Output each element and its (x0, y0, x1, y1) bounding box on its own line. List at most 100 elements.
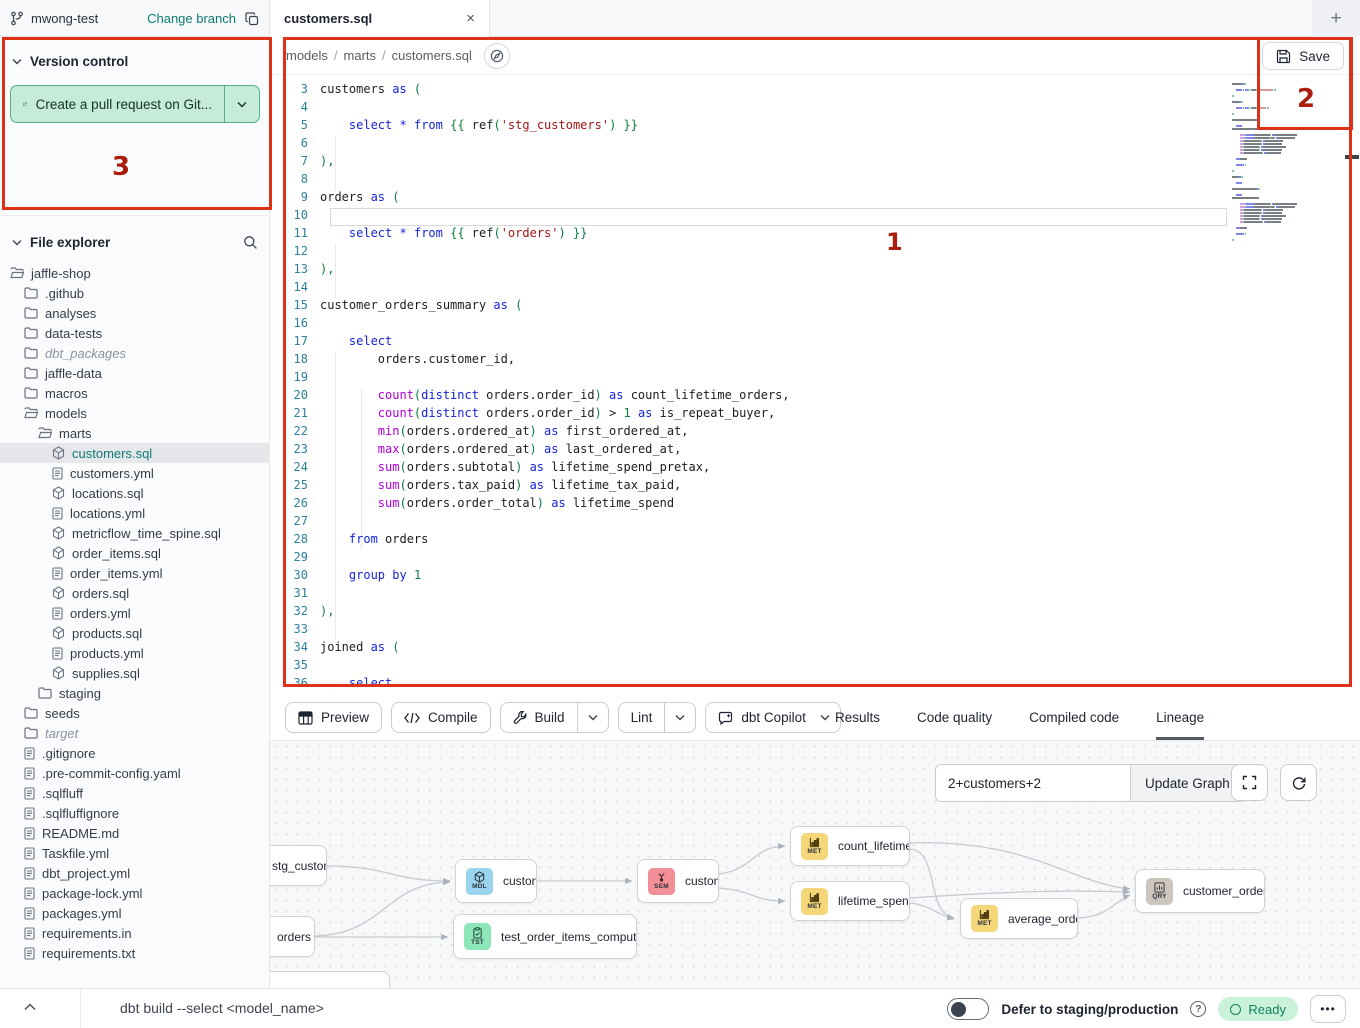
lineage-node-test-order-items-compute-to-bools-[interactable]: TSTtest_order_items_compute_to_bools... (453, 914, 637, 959)
tab-compiled-code[interactable]: Compiled code (1029, 695, 1119, 740)
code-line-20[interactable]: 20 count(distinct orders.order_id) as co… (270, 386, 1360, 404)
tree-item-customers-yml[interactable]: customers.yml (0, 463, 270, 483)
breadcrumb-part[interactable]: models (286, 48, 328, 63)
change-branch-link[interactable]: Change branch (147, 11, 236, 26)
file-search-button[interactable] (243, 235, 258, 250)
pr-button-caret[interactable] (225, 86, 259, 122)
code-line-17[interactable]: 17 select (270, 332, 1360, 350)
minimap[interactable] (1232, 80, 1324, 242)
code-editor[interactable]: 23customers as (45 select * from {{ ref(… (270, 75, 1360, 695)
create-pull-request-button[interactable]: Create a pull request on Git... (10, 85, 260, 123)
tree-item-customers-sql[interactable]: customers.sql (0, 443, 270, 463)
tree-item-packages-yml[interactable]: packages.yml (0, 903, 270, 923)
code-line-8[interactable]: 8 (270, 170, 1360, 188)
tree-item-target[interactable]: target (0, 723, 270, 743)
tree-item-products-sql[interactable]: products.sql (0, 623, 270, 643)
tree-item-dbt-packages[interactable]: dbt_packages (0, 343, 270, 363)
tree-item--sqlfluffignore[interactable]: .sqlfluffignore (0, 803, 270, 823)
code-line-28[interactable]: 28 from orders (270, 530, 1360, 548)
code-line-35[interactable]: 35 (270, 656, 1360, 674)
code-line-9[interactable]: 9orders as ( (270, 188, 1360, 206)
code-line-29[interactable]: 29 (270, 548, 1360, 566)
tree-item-seeds[interactable]: seeds (0, 703, 270, 723)
code-line-16[interactable]: 16 (270, 314, 1360, 332)
code-line-25[interactable]: 25 sum(orders.tax_paid) as lifetime_tax_… (270, 476, 1360, 494)
code-line-31[interactable]: 31 (270, 584, 1360, 602)
help-icon[interactable]: ? (1190, 1001, 1206, 1017)
tree-item-data-tests[interactable]: data-tests (0, 323, 270, 343)
code-line-36[interactable]: 36 select (270, 674, 1360, 692)
tree-item-dbt-project-yml[interactable]: dbt_project.yml (0, 863, 270, 883)
lineage-node-count-lifetime-orders[interactable]: METcount_lifetime_orders (790, 826, 910, 866)
lineage-node-average-order-value[interactable]: METaverage_order_value (960, 898, 1078, 939)
tree-item-jaffle-data[interactable]: jaffle-data (0, 363, 270, 383)
code-line-32[interactable]: 32), (270, 602, 1360, 620)
tree-item-products-yml[interactable]: products.yml (0, 643, 270, 663)
tree-item-locations-yml[interactable]: locations.yml (0, 503, 270, 523)
preview-button[interactable]: Preview (285, 702, 382, 733)
code-line-14[interactable]: 14 (270, 278, 1360, 296)
tree-item--pre-commit-config-yaml[interactable]: .pre-commit-config.yaml (0, 763, 270, 783)
code-line-34[interactable]: 34joined as ( (270, 638, 1360, 656)
tree-item-orders-sql[interactable]: orders.sql (0, 583, 270, 603)
code-line-21[interactable]: 21 count(distinct orders.order_id) > 1 a… (270, 404, 1360, 422)
copy-branch-button[interactable] (245, 12, 259, 26)
refresh-button[interactable] (1280, 764, 1317, 801)
code-line-10[interactable]: 10 (270, 206, 1360, 224)
lineage-node-stg-customers[interactable]: MDLstg_customers (270, 845, 327, 886)
status-badge[interactable]: Ready (1218, 997, 1298, 1021)
code-line-24[interactable]: 24 sum(orders.subtotal) as lifetime_spen… (270, 458, 1360, 476)
save-button[interactable]: Save (1262, 42, 1344, 70)
code-line-33[interactable]: 33 (270, 620, 1360, 638)
tree-item-requirements-in[interactable]: requirements.in (0, 923, 270, 943)
code-line-11[interactable]: 11 select * from {{ ref('orders') }} (270, 224, 1360, 242)
code-line-12[interactable]: 12 (270, 242, 1360, 260)
compile-button[interactable]: Compile (391, 702, 491, 733)
chevron-down-icon[interactable] (12, 239, 22, 246)
tree-item-locations-sql[interactable]: locations.sql (0, 483, 270, 503)
code-line-30[interactable]: 30 group by 1 (270, 566, 1360, 584)
chevron-down-icon[interactable] (12, 58, 22, 65)
fullscreen-button[interactable] (1231, 764, 1268, 801)
code-line-7[interactable]: 7), (270, 152, 1360, 170)
breadcrumb-part[interactable]: customers.sql (392, 48, 472, 63)
tree-item-jaffle-shop[interactable]: jaffle-shop (0, 263, 270, 283)
new-tab-button[interactable]: + (1330, 9, 1341, 28)
code-line-5[interactable]: 5 select * from {{ ref('stg_customers') … (270, 116, 1360, 134)
dbt-copilot-button[interactable]: dbt Copilot (705, 702, 841, 733)
code-line-3[interactable]: 3customers as ( (270, 80, 1360, 98)
editor-tab-customers-sql[interactable]: customers.sql × (270, 0, 490, 37)
code-line-4[interactable]: 4 (270, 98, 1360, 116)
more-options-button[interactable]: ••• (1310, 995, 1346, 1023)
tree-item-metricflow-time-spine-sql[interactable]: metricflow_time_spine.sql (0, 523, 270, 543)
code-line-19[interactable]: 19 (270, 368, 1360, 386)
tab-results[interactable]: Results (835, 695, 880, 740)
lineage-node-lifetime-spend-pretax[interactable]: METlifetime_spend_pretax (790, 881, 910, 921)
tree-item-order-items-yml[interactable]: order_items.yml (0, 563, 270, 583)
tree-item-orders-yml[interactable]: orders.yml (0, 603, 270, 623)
tab-lineage[interactable]: Lineage (1156, 695, 1204, 740)
lineage-node-customer-order-metrics[interactable]: QRYcustomer_order_metrics (1135, 869, 1265, 913)
lineage-node-partial[interactable] (270, 971, 390, 988)
tree-item-supplies-sql[interactable]: supplies.sql (0, 663, 270, 683)
close-tab-icon[interactable]: × (466, 11, 475, 26)
code-line-26[interactable]: 26 sum(orders.order_total) as lifetime_s… (270, 494, 1360, 512)
lint-options-caret[interactable] (664, 703, 695, 732)
breadcrumb-part[interactable]: marts (344, 48, 377, 63)
tree-item-taskfile-yml[interactable]: Taskfile.yml (0, 843, 270, 863)
build-button[interactable]: Build (500, 702, 609, 733)
tree-item-requirements-txt[interactable]: requirements.txt (0, 943, 270, 963)
tree-item-package-lock-yml[interactable]: package-lock.yml (0, 883, 270, 903)
lineage-selector-input[interactable] (935, 764, 1131, 802)
defer-toggle[interactable] (947, 998, 989, 1020)
lineage-node-orders[interactable]: MDLorders (270, 916, 315, 957)
update-graph-button[interactable]: Update Graph (1131, 764, 1245, 802)
build-options-caret[interactable] (577, 703, 608, 732)
code-line-18[interactable]: 18 orders.customer_id, (270, 350, 1360, 368)
tree-item-readme-md[interactable]: README.md (0, 823, 270, 843)
tree-item-macros[interactable]: macros (0, 383, 270, 403)
code-line-13[interactable]: 13), (270, 260, 1360, 278)
code-line-23[interactable]: 23 max(orders.ordered_at) as last_ordere… (270, 440, 1360, 458)
tab-code-quality[interactable]: Code quality (917, 695, 992, 740)
tree-item-order-items-sql[interactable]: order_items.sql (0, 543, 270, 563)
